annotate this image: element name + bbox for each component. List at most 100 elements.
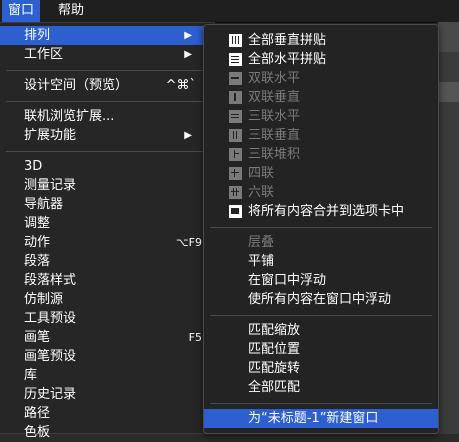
submenu-item-label: 六联 <box>248 185 275 200</box>
submenu-item-label: 双联垂直 <box>248 90 301 105</box>
submenu-item-label: 全部水平拼贴 <box>248 52 327 67</box>
submenu-item-label: 匹配缩放 <box>248 323 301 338</box>
submenu-item-label: 三联垂直 <box>248 128 301 143</box>
menu-separator <box>6 101 208 102</box>
arrange-submenu: 全部垂直拼贴 全部水平拼贴 双联水平 双联垂直 三联水平 三联垂直 三联堆积 四… <box>203 24 439 434</box>
submenu-arrow-icon: ▶ <box>184 49 192 60</box>
submenu-item-label: 三联堆积 <box>248 147 301 162</box>
menu-item-browse-extensions[interactable]: 联机浏览扩展... <box>0 107 214 126</box>
menu-item-panel[interactable]: 工具预设 <box>0 309 214 328</box>
submenu-item-three-up-stacked: 三联堆积 <box>204 145 438 164</box>
submenu-item-label: 层叠 <box>248 235 275 250</box>
two-up-horizontal-icon <box>229 72 242 85</box>
submenu-arrow-icon: ▶ <box>184 30 192 41</box>
menu-separator <box>210 315 432 316</box>
submenu-item-three-up-horizontal: 三联水平 <box>204 107 438 126</box>
menu-item-label: 段落 <box>24 254 51 269</box>
menu-item-label: 设计空间（预览） <box>24 78 129 93</box>
submenu-item-three-up-vertical: 三联垂直 <box>204 126 438 145</box>
submenu-item-consolidate-tabs[interactable]: 将所有内容合并到选项卡中 <box>204 202 438 221</box>
menu-item-extensions[interactable]: 扩展功能 ▶ <box>0 126 214 145</box>
menu-item-label: 3D <box>24 159 43 174</box>
submenu-item-label: 匹配旋转 <box>248 361 301 376</box>
menu-item-label: 导航器 <box>24 197 64 212</box>
submenu-item-label: 为“未标题-1”新建窗口 <box>248 411 379 426</box>
menu-separator <box>6 70 208 71</box>
submenu-arrow-icon: ▶ <box>184 130 192 141</box>
menu-item-label: 路径 <box>24 406 51 421</box>
submenu-item-six-up: 六联 <box>204 183 438 202</box>
menu-window[interactable]: 窗口 <box>2 0 41 22</box>
menu-item-panel[interactable]: 测量记录 <box>0 176 214 195</box>
menu-help[interactable]: 帮助 <box>52 0 90 22</box>
menu-item-panel[interactable]: 动作 ⌥F9 <box>0 233 214 252</box>
menu-item-label: 测量记录 <box>24 178 77 193</box>
submenu-item-label: 匹配位置 <box>248 342 301 357</box>
menu-item-shortcut: F5 <box>188 331 202 344</box>
menu-item-shortcut: ⌥F9 <box>175 236 202 249</box>
menu-item-label: 仿制源 <box>24 292 64 307</box>
menu-bar: 窗口 帮助 <box>0 0 459 23</box>
submenu-item-match-all[interactable]: 全部匹配 <box>204 378 438 397</box>
menu-separator <box>210 403 432 404</box>
submenu-item-label: 双联水平 <box>248 71 301 86</box>
submenu-item-match-zoom[interactable]: 匹配缩放 <box>204 321 438 340</box>
menu-item-label: 历史记录 <box>24 387 77 402</box>
submenu-item-cascade: 层叠 <box>204 233 438 252</box>
submenu-item-two-up-vertical: 双联垂直 <box>204 88 438 107</box>
menu-item-label: 扩展功能 <box>24 128 77 143</box>
menu-item-label: 调整 <box>24 216 51 231</box>
window-menu: 排列 ▶ 工作区 ▶ 设计空间（预览） ^⌘` 联机浏览扩展... 扩展功能 ▶… <box>0 22 215 440</box>
six-up-icon <box>229 186 242 199</box>
submenu-item-tile[interactable]: 平铺 <box>204 252 438 271</box>
background-window <box>438 22 459 434</box>
menu-item-panel[interactable]: 调整 <box>0 214 214 233</box>
menu-item-panel[interactable]: 3D <box>0 157 214 176</box>
menu-item-panel[interactable]: 历史记录 <box>0 385 214 404</box>
menu-item-panel[interactable]: 段落 <box>0 252 214 271</box>
menu-item-panel[interactable]: 库 <box>0 366 214 385</box>
submenu-item-label: 平铺 <box>248 254 275 269</box>
menu-item-arrange[interactable]: 排列 ▶ <box>0 26 214 45</box>
submenu-item-match-rotation[interactable]: 匹配旋转 <box>204 359 438 378</box>
menu-item-panel[interactable]: 路径 <box>0 404 214 423</box>
submenu-item-label: 使所有内容在窗口中浮动 <box>248 292 392 307</box>
submenu-item-tile-vertical[interactable]: 全部垂直拼贴 <box>204 31 438 50</box>
three-up-stacked-icon <box>229 148 242 161</box>
menu-item-design-space[interactable]: 设计空间（预览） ^⌘` <box>0 76 214 95</box>
menu-item-panel[interactable]: 仿制源 <box>0 290 214 309</box>
submenu-item-match-location[interactable]: 匹配位置 <box>204 340 438 359</box>
two-up-vertical-icon <box>229 91 242 104</box>
menu-item-label: 工具预设 <box>24 311 77 326</box>
submenu-item-label: 全部垂直拼贴 <box>248 33 327 48</box>
menu-item-label: 库 <box>24 368 38 383</box>
submenu-item-float-in-window[interactable]: 在窗口中浮动 <box>204 271 438 290</box>
menu-item-panel[interactable]: 画笔预设 <box>0 347 214 366</box>
background-toolbar <box>438 22 459 52</box>
submenu-item-label: 三联水平 <box>248 109 301 124</box>
submenu-item-label: 四联 <box>248 166 275 181</box>
tile-horizontal-icon <box>229 53 242 66</box>
submenu-item-label: 在窗口中浮动 <box>248 273 327 288</box>
menu-item-workspace[interactable]: 工作区 ▶ <box>0 45 214 64</box>
menu-item-panel[interactable]: 段落样式 <box>0 271 214 290</box>
background-panel <box>438 82 459 102</box>
menu-item-label: 动作 <box>24 235 51 250</box>
menu-item-label: 段落样式 <box>24 273 77 288</box>
submenu-item-new-window[interactable]: 为“未标题-1”新建窗口 <box>204 409 438 428</box>
consolidate-tabs-icon <box>229 205 242 218</box>
menu-item-label: 工作区 <box>24 47 64 62</box>
menu-item-shortcut: ^⌘` <box>165 78 196 93</box>
submenu-item-four-up: 四联 <box>204 164 438 183</box>
submenu-item-tile-horizontal[interactable]: 全部水平拼贴 <box>204 50 438 69</box>
menu-separator <box>210 227 432 228</box>
menu-item-panel[interactable]: 导航器 <box>0 195 214 214</box>
submenu-item-float-all[interactable]: 使所有内容在窗口中浮动 <box>204 290 438 309</box>
menu-item-label: 联机浏览扩展... <box>24 109 115 124</box>
four-up-icon <box>229 167 242 180</box>
menu-item-label: 排列 <box>24 28 51 43</box>
submenu-item-two-up-horizontal: 双联水平 <box>204 69 438 88</box>
menu-item-panel[interactable]: 画笔 F5 <box>0 328 214 347</box>
tile-vertical-icon <box>229 34 242 47</box>
menu-item-panel[interactable]: 色板 <box>0 423 214 442</box>
